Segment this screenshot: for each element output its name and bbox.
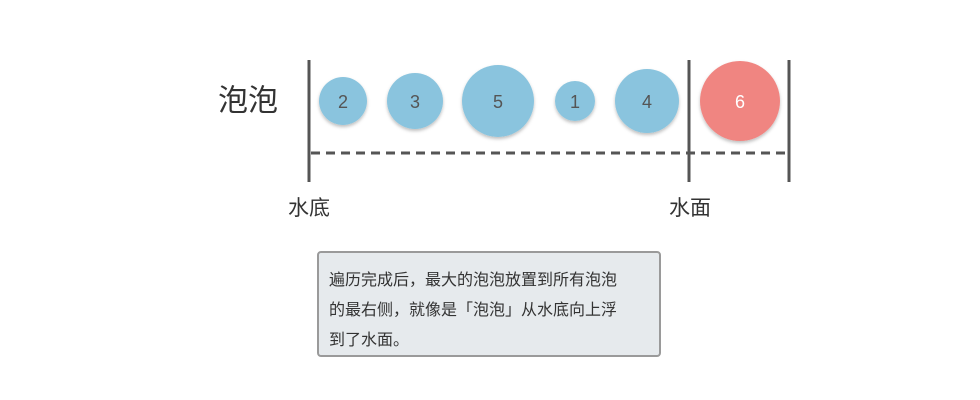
bubble-value: 1	[570, 92, 580, 112]
bubbles-title-label: 泡泡	[218, 84, 278, 119]
bubble-2: 2	[319, 77, 367, 125]
bubble-value: 3	[410, 92, 420, 112]
caption-box: 遍历完成后，最大的泡泡放置到所有泡泡 的最右侧，就像是「泡泡」从水底向上浮 到了…	[317, 251, 661, 357]
bubble-value: 5	[493, 92, 503, 112]
bubble-value: 4	[642, 92, 652, 112]
bubble-value: 2	[338, 92, 348, 112]
caption-line-1: 遍历完成后，最大的泡泡放置到所有泡泡	[329, 270, 618, 289]
bubble-1: 1	[555, 81, 595, 121]
bubble-sort-diagram: 泡泡 2 3 5 1 4 6 水底 水面	[218, 60, 791, 220]
water-bottom-label: 水底	[288, 196, 330, 220]
caption-line-3: 到了水面。	[329, 330, 410, 349]
caption-line-2: 的最右侧，就像是「泡泡」从水底向上浮	[329, 300, 618, 319]
bubble-value: 6	[735, 92, 745, 112]
bubble-3: 3	[387, 73, 443, 129]
bubble-6: 6	[700, 61, 780, 141]
bubble-5: 5	[462, 65, 534, 137]
water-surface-label: 水面	[669, 196, 711, 220]
bubble-4: 4	[615, 69, 679, 133]
